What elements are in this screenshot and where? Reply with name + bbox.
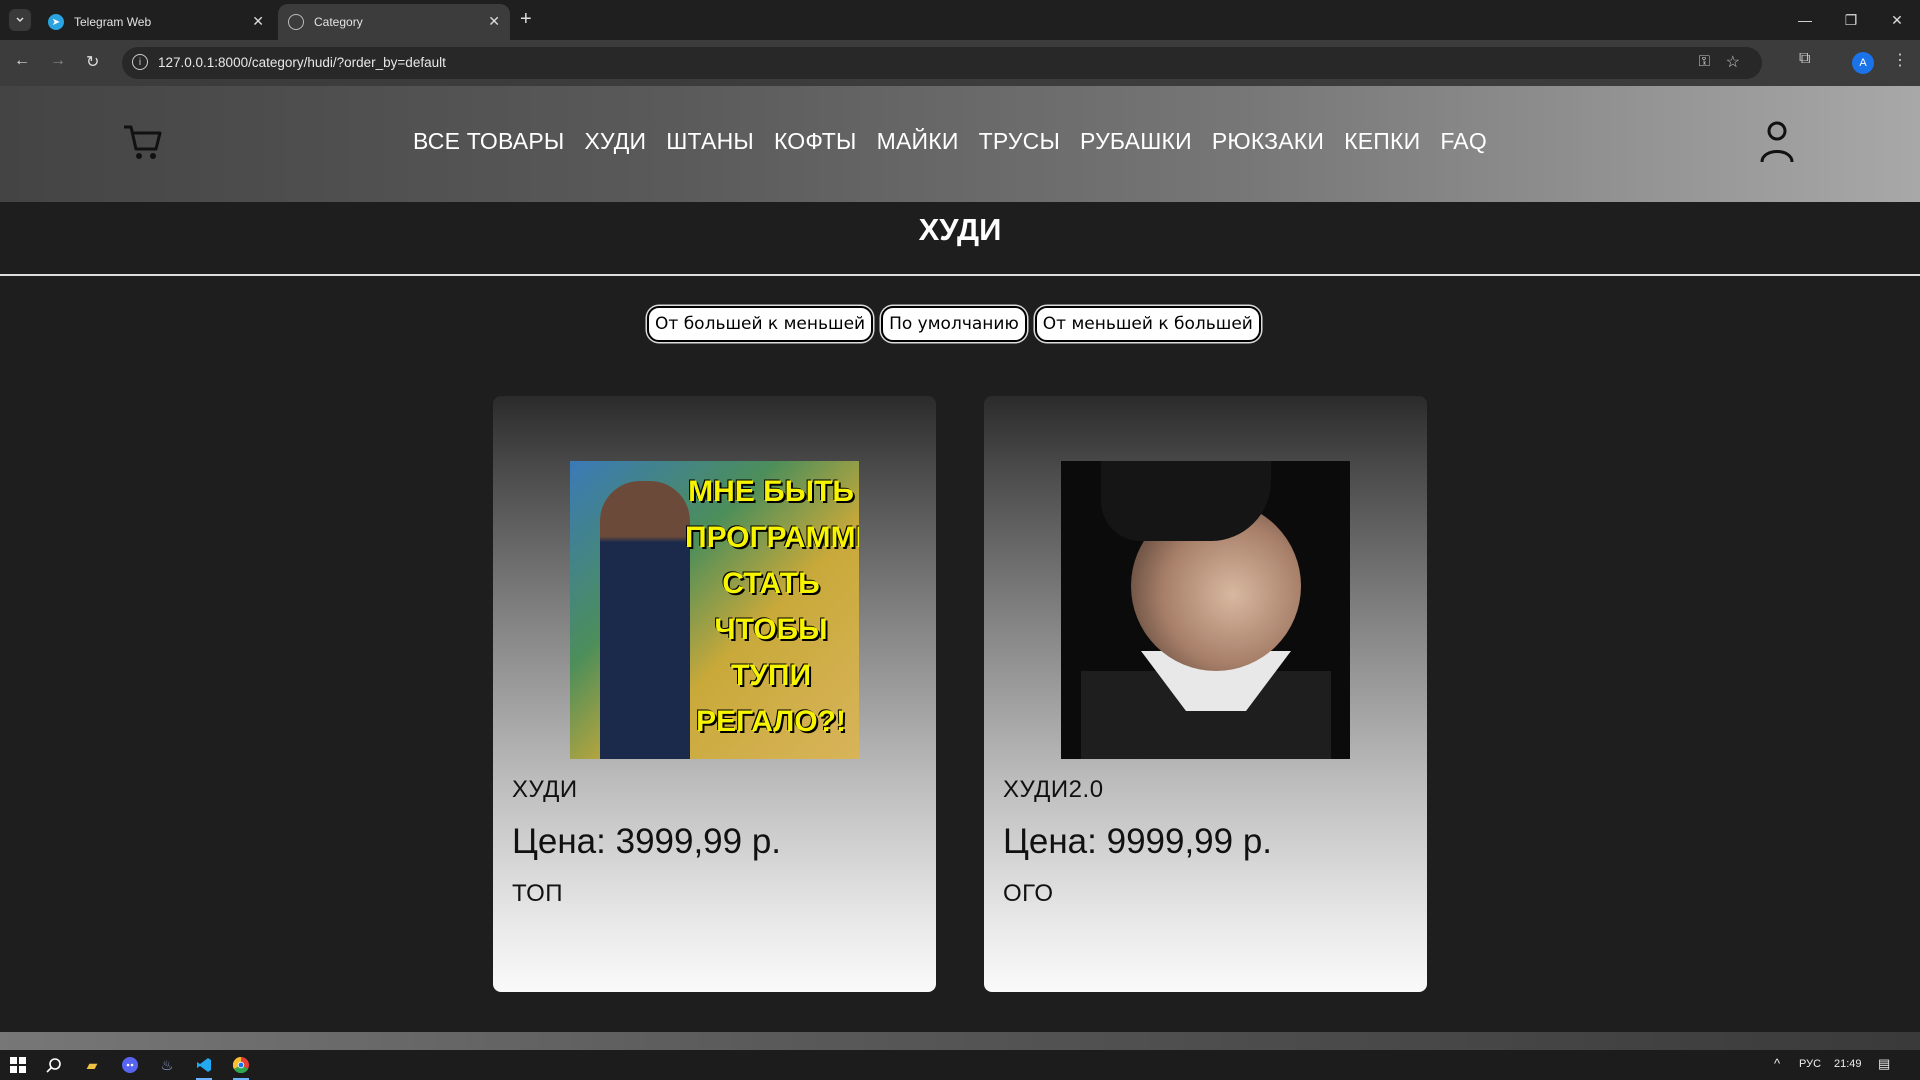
category-nav: ВСЕ ТОВАРЫ ХУДИ ШТАНЫ КОФТЫ МАЙКИ ТРУСЫ … bbox=[413, 128, 1487, 155]
product-description: ОГО bbox=[1003, 880, 1054, 907]
tab-title: Category bbox=[314, 15, 363, 29]
close-tab-icon[interactable]: ✕ bbox=[488, 13, 500, 30]
profile-avatar[interactable]: A bbox=[1852, 52, 1874, 74]
tab-search-button[interactable] bbox=[9, 9, 31, 31]
restore-icon[interactable]: ❐ bbox=[1828, 0, 1874, 40]
user-profile-icon[interactable] bbox=[1760, 120, 1794, 169]
nav-sweaters[interactable]: КОФТЫ bbox=[774, 128, 857, 155]
product-card[interactable]: ХУДИ2.0 Цена: 9999,99 р. ОГО bbox=[984, 396, 1427, 992]
site-header: ВСЕ ТОВАРЫ ХУДИ ШТАНЫ КОФТЫ МАЙКИ ТРУСЫ … bbox=[0, 86, 1920, 202]
reload-icon[interactable]: ↻ bbox=[86, 52, 99, 72]
close-tab-icon[interactable]: ✕ bbox=[252, 13, 264, 30]
page-title: ХУДИ bbox=[918, 212, 1002, 247]
password-key-icon[interactable]: ⚿ bbox=[1699, 53, 1710, 70]
extensions-icon[interactable]: ⧉ bbox=[1799, 50, 1810, 68]
product-name[interactable]: ХУДИ2.0 bbox=[1003, 776, 1104, 804]
close-window-icon[interactable]: ✕ bbox=[1874, 0, 1920, 40]
product-description: ТОП bbox=[512, 880, 563, 907]
nav-faq[interactable]: FAQ bbox=[1440, 128, 1487, 155]
product-card[interactable]: МНЕ БЫТЬ ПРОГРАММИСТОМ СТАТЬ ЧТОБЫ ТУПИ … bbox=[493, 396, 936, 992]
product-photo-cap bbox=[1101, 461, 1271, 541]
window-controls: — ❐ ✕ bbox=[1782, 0, 1920, 40]
sort-asc-button[interactable]: От меньшей к большей bbox=[1034, 306, 1261, 342]
browser-tab-bar: ➤ Telegram Web ✕ Category ✕ + — ❐ ✕ bbox=[0, 0, 1920, 40]
url-text[interactable]: 127.0.0.1:8000/category/hudi/?order_by=d… bbox=[158, 55, 446, 70]
nav-underwear[interactable]: ТРУСЫ bbox=[979, 128, 1060, 155]
product-image[interactable]: МНЕ БЫТЬ ПРОГРАММИСТОМ СТАТЬ ЧТОБЫ ТУПИ … bbox=[570, 461, 859, 759]
nav-all-products[interactable]: ВСЕ ТОВАРЫ bbox=[413, 128, 564, 155]
new-tab-button[interactable]: + bbox=[520, 8, 532, 31]
sort-options: От большей к меньшей По умолчанию От мен… bbox=[647, 306, 1261, 342]
clock[interactable]: 21:49 bbox=[1834, 1058, 1862, 1070]
language-indicator[interactable]: РУС bbox=[1799, 1058, 1821, 1070]
tab-title: Telegram Web bbox=[74, 15, 152, 29]
product-image-caption: МНЕ БЫТЬ ПРОГРАММИСТОМ СТАТЬ ЧТОБЫ ТУПИ … bbox=[685, 475, 859, 738]
search-icon[interactable] bbox=[44, 1055, 64, 1075]
discord-icon[interactable] bbox=[120, 1055, 140, 1075]
product-price: Цена: 3999,99 р. bbox=[512, 822, 782, 861]
sort-default-button[interactable]: По умолчанию bbox=[881, 306, 1027, 342]
notifications-icon[interactable]: ▤ bbox=[1878, 1056, 1890, 1072]
telegram-icon: ➤ bbox=[48, 14, 64, 30]
nav-caps[interactable]: КЕПКИ bbox=[1344, 128, 1420, 155]
nav-backpacks[interactable]: РЮКЗАКИ bbox=[1212, 128, 1324, 155]
product-photo-person bbox=[600, 481, 690, 759]
sort-desc-button[interactable]: От большей к меньшей bbox=[647, 306, 874, 342]
tray-expand-icon[interactable]: ^ bbox=[1774, 1056, 1780, 1071]
browser-toolbar: ← → ↻ i 127.0.0.1:8000/category/hudi/?or… bbox=[0, 40, 1920, 86]
address-bar[interactable]: i 127.0.0.1:8000/category/hudi/?order_by… bbox=[122, 47, 1762, 79]
nav-shirts[interactable]: РУБАШКИ bbox=[1080, 128, 1192, 155]
cart-icon[interactable] bbox=[122, 121, 164, 168]
chrome-icon[interactable] bbox=[231, 1055, 251, 1080]
title-divider bbox=[0, 274, 1920, 276]
site-info-icon[interactable]: i bbox=[132, 54, 148, 70]
back-icon[interactable]: ← bbox=[14, 52, 30, 70]
nav-pants[interactable]: ШТАНЫ bbox=[666, 128, 754, 155]
nav-hoodies[interactable]: ХУДИ bbox=[584, 128, 646, 155]
page-footer-strip bbox=[0, 1032, 1920, 1050]
bookmark-star-icon[interactable]: ☆ bbox=[1726, 52, 1740, 72]
steam-icon[interactable]: ♨ bbox=[157, 1055, 177, 1075]
windows-start-icon[interactable] bbox=[8, 1055, 28, 1075]
tab-category[interactable]: Category ✕ bbox=[278, 4, 510, 40]
menu-kebab-icon[interactable]: ⋮ bbox=[1892, 50, 1908, 70]
forward-icon[interactable]: → bbox=[50, 52, 66, 70]
product-image[interactable] bbox=[1061, 461, 1350, 759]
os-taskbar: ▰ ♨ ^ РУС 21:49 ▤ bbox=[0, 1050, 1920, 1080]
chevron-down-icon bbox=[16, 17, 24, 23]
product-price: Цена: 9999,99 р. bbox=[1003, 822, 1273, 861]
file-explorer-icon[interactable]: ▰ bbox=[82, 1055, 102, 1075]
vscode-icon[interactable] bbox=[194, 1055, 214, 1080]
tab-telegram[interactable]: ➤ Telegram Web ✕ bbox=[38, 4, 274, 40]
globe-icon bbox=[288, 14, 304, 30]
nav-tshirts[interactable]: МАЙКИ bbox=[877, 128, 959, 155]
minimize-icon[interactable]: — bbox=[1782, 0, 1828, 40]
product-name[interactable]: ХУДИ bbox=[512, 776, 578, 804]
